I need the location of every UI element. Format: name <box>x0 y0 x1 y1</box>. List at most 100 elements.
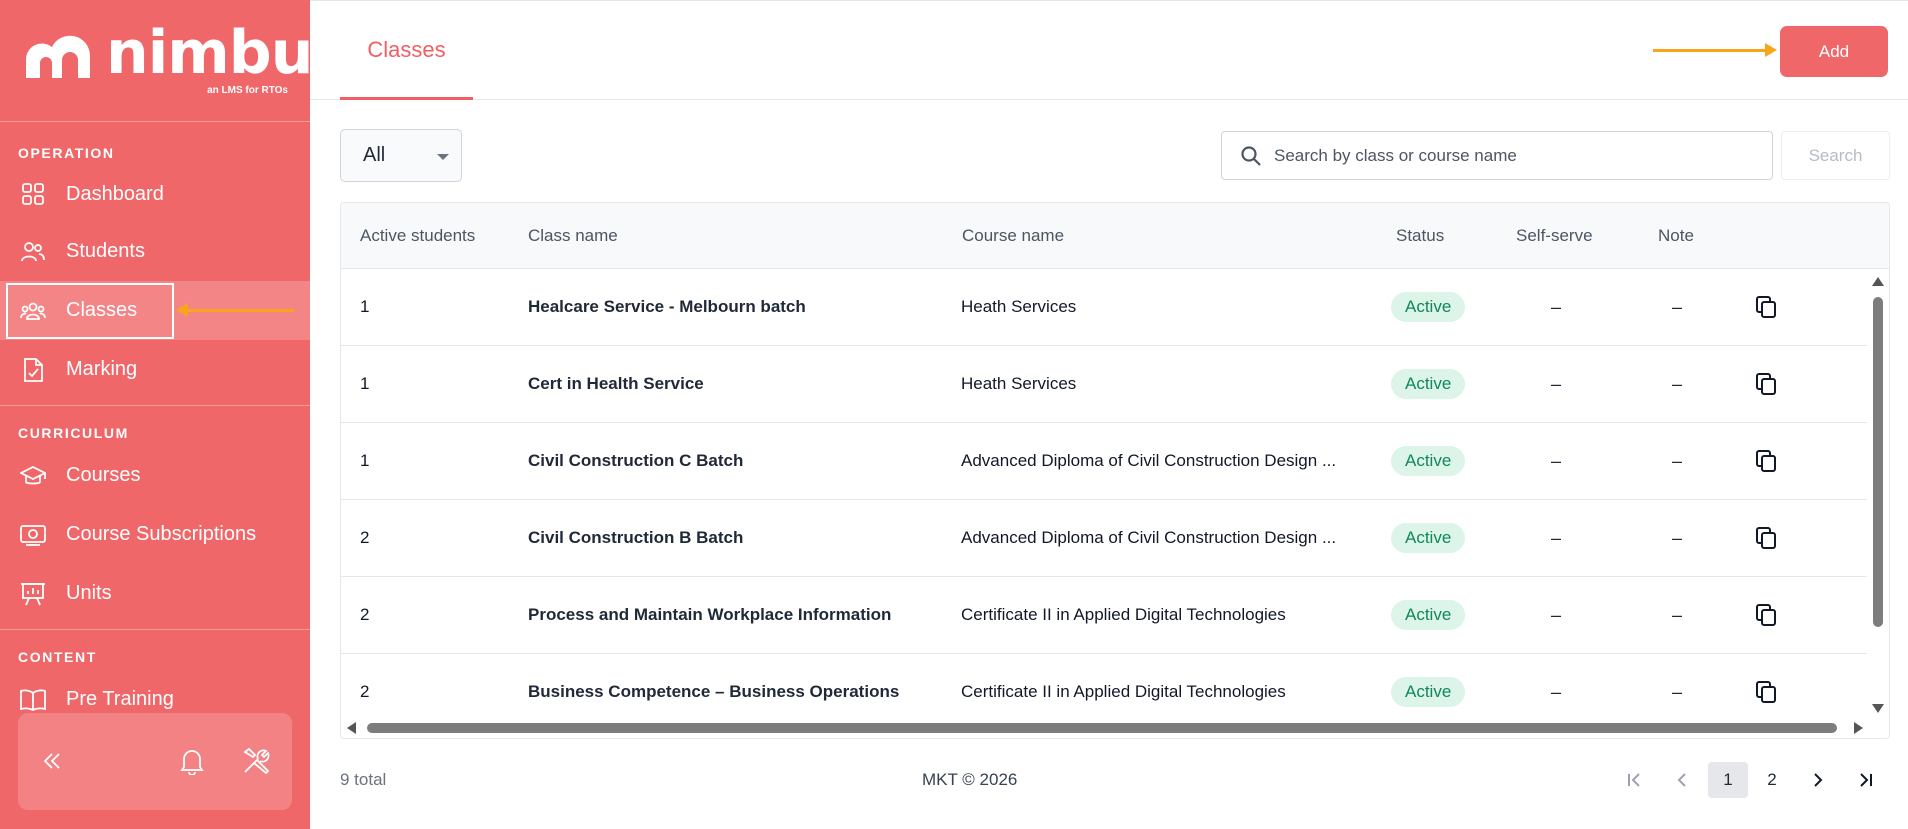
copy-icon[interactable] <box>1754 526 1778 550</box>
cell-active-students: 1 <box>360 297 370 316</box>
column-header-active-students[interactable]: Active students <box>360 203 475 269</box>
cloud-logo-icon <box>25 35 91 78</box>
copy-icon[interactable] <box>1754 295 1778 319</box>
section-label-curriculum: CURRICULUM <box>18 425 129 441</box>
status-badge: Active <box>1391 292 1466 322</box>
sidebar-footer <box>18 713 292 810</box>
units-icon <box>20 581 46 607</box>
page-1-button[interactable]: 1 <box>1708 762 1748 798</box>
search-input[interactable] <box>1274 132 1764 179</box>
sidebar-item-course-subscriptions[interactable]: Course Subscriptions <box>0 505 310 564</box>
status-badge: Active <box>1391 446 1466 476</box>
cell-course-name: Advanced Diploma of Civil Construction D… <box>961 528 1337 547</box>
sidebar-item-classes[interactable]: Classes <box>0 281 310 340</box>
cell-class-name[interactable]: Cert in Health Service <box>528 346 704 422</box>
previous-page-icon[interactable] <box>1666 762 1698 798</box>
cell-class-name[interactable]: Healcare Service - Melbourn batch <box>528 269 806 345</box>
cell-self-serve: – <box>1550 528 1561 548</box>
divider <box>0 629 310 630</box>
table-header: Active students Class name Course name S… <box>341 203 1889 269</box>
book-icon <box>20 687 46 713</box>
next-page-icon[interactable] <box>1802 762 1834 798</box>
tools-icon[interactable] <box>238 743 274 779</box>
total-count: 9 total <box>340 770 387 789</box>
cell-note: – <box>1671 297 1682 317</box>
table-row[interactable]: 1 Healcare Service - Melbourn batch Heat… <box>341 269 1868 346</box>
table-row[interactable]: 2 Civil Construction B Batch Advanced Di… <box>341 500 1868 577</box>
scroll-right-icon[interactable] <box>1854 722 1863 734</box>
cell-self-serve: – <box>1550 297 1561 317</box>
sidebar-item-marking[interactable]: Marking <box>0 340 310 399</box>
scroll-left-icon[interactable] <box>347 722 356 734</box>
status-badge: Active <box>1391 523 1466 553</box>
cell-course-name: Advanced Diploma of Civil Construction D… <box>961 451 1337 470</box>
cell-class-name[interactable]: Civil Construction B Batch <box>528 500 743 576</box>
scrollbar-thumb[interactable] <box>367 723 1837 733</box>
copy-icon[interactable] <box>1754 680 1778 704</box>
column-header-note[interactable]: Note <box>1658 203 1694 269</box>
table-row[interactable]: 1 Civil Construction C Batch Advanced Di… <box>341 423 1868 500</box>
cell-course-name: Heath Services <box>961 374 1077 393</box>
chevron-down-icon <box>437 154 449 160</box>
brand-tagline: an LMS for RTOs <box>207 85 288 96</box>
first-page-icon[interactable] <box>1618 762 1650 798</box>
page-2-button[interactable]: 2 <box>1756 762 1788 798</box>
copy-icon[interactable] <box>1754 603 1778 627</box>
cell-active-students: 1 <box>360 374 370 393</box>
dashboard-icon <box>20 181 46 207</box>
scroll-up-icon[interactable] <box>1872 277 1884 286</box>
cell-class-name[interactable]: Process and Maintain Workplace Informati… <box>528 577 891 653</box>
sidebar-item-students[interactable]: Students <box>0 222 310 281</box>
collapse-icon[interactable] <box>34 743 70 779</box>
column-header-class-name[interactable]: Class name <box>528 203 618 269</box>
sidebar-item-label: Courses <box>66 464 141 486</box>
status-badge: Active <box>1391 600 1466 630</box>
cell-class-name[interactable]: Civil Construction C Batch <box>528 423 743 499</box>
column-header-course-name[interactable]: Course name <box>962 203 1064 269</box>
cell-active-students: 1 <box>360 451 370 470</box>
scroll-down-icon[interactable] <box>1872 704 1884 713</box>
column-header-status[interactable]: Status <box>1396 203 1444 269</box>
divider <box>0 405 310 406</box>
vertical-scrollbar[interactable] <box>1867 269 1889 721</box>
tab-classes[interactable]: Classes <box>340 1 473 100</box>
cell-self-serve: – <box>1550 605 1561 625</box>
logo: nimbu an LMS for RTOs <box>0 0 310 122</box>
copy-icon[interactable] <box>1754 449 1778 473</box>
search-button[interactable]: Search <box>1781 131 1890 180</box>
courses-icon <box>20 463 46 489</box>
scrollbar-thumb[interactable] <box>1873 297 1883 627</box>
status-filter-select[interactable]: All <box>340 129 462 182</box>
search-box <box>1221 131 1773 180</box>
classes-table: Active students Class name Course name S… <box>340 202 1890 739</box>
section-label-operation: OPERATION <box>18 145 115 161</box>
last-page-icon[interactable] <box>1850 762 1882 798</box>
sidebar-item-label: Course Subscriptions <box>66 523 257 545</box>
cell-note: – <box>1671 528 1682 548</box>
bell-icon[interactable] <box>174 743 210 779</box>
copy-icon[interactable] <box>1754 372 1778 396</box>
cell-course-name: Heath Services <box>961 297 1077 316</box>
sidebar-item-dashboard[interactable]: Dashboard <box>0 166 310 222</box>
add-button[interactable]: Add <box>1780 26 1888 77</box>
cell-self-serve: – <box>1550 451 1561 471</box>
sidebar-item-label: Units <box>66 582 112 604</box>
cell-note: – <box>1671 451 1682 471</box>
status-filter-value: All <box>363 144 386 166</box>
status-badge: Active <box>1391 677 1466 707</box>
table-row[interactable]: 1 Cert in Health Service Heath Services … <box>341 346 1868 423</box>
sidebar-item-units[interactable]: Units <box>0 564 310 623</box>
column-header-self-serve[interactable]: Self-serve <box>1516 203 1593 269</box>
cell-self-serve: – <box>1550 374 1561 394</box>
status-badge: Active <box>1391 369 1466 399</box>
students-icon <box>20 239 46 265</box>
sidebar-item-courses[interactable]: Courses <box>0 446 310 505</box>
annotation-arrow-right <box>1653 43 1777 57</box>
annotation-arrow-left <box>176 303 294 317</box>
table-row[interactable]: 2 Process and Maintain Workplace Informa… <box>341 577 1868 654</box>
table-body: 1 Healcare Service - Melbourn batch Heat… <box>341 269 1868 731</box>
horizontal-scrollbar[interactable] <box>341 718 1889 738</box>
top-bar: Classes Add <box>310 0 1908 100</box>
cell-active-students: 2 <box>360 605 370 624</box>
sidebar-item-label: Pre Training <box>66 688 174 710</box>
